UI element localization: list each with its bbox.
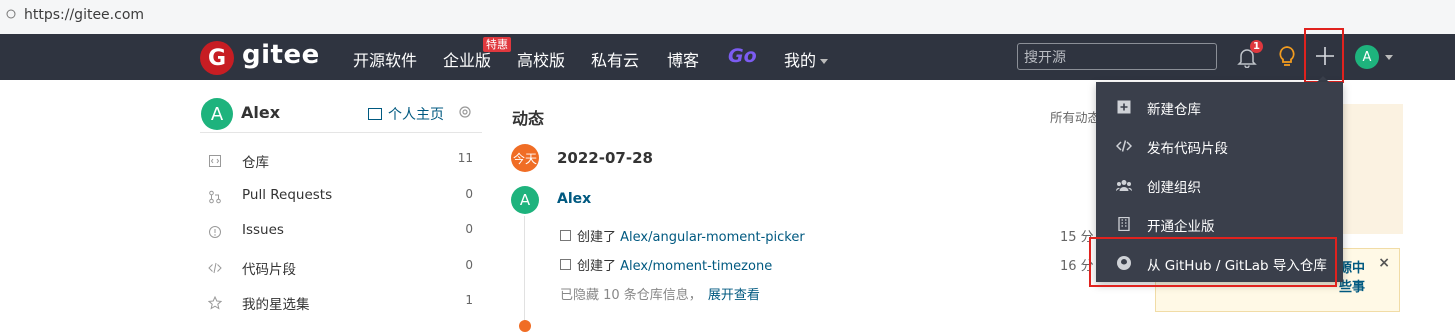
users-icon [1116, 180, 1132, 191]
sidebar-item-count: 0 [465, 258, 473, 272]
nav-mine[interactable]: 我的 [784, 47, 829, 71]
sidebar-item-count: 1 [465, 293, 473, 307]
personal-homepage-label: 个人主页 [388, 107, 444, 123]
lightbulb-icon[interactable] [1278, 45, 1296, 69]
nav-mine-label: 我的 [784, 51, 817, 70]
next-date-dot [519, 320, 531, 332]
search-input[interactable] [1017, 43, 1217, 70]
menu-item-label: 发布代码片段 [1147, 141, 1228, 157]
nav-private-cloud[interactable]: 私有云 [591, 47, 639, 71]
sidebar-item-pull-requests[interactable]: Pull Requests 0 [200, 187, 482, 217]
sidebar-item-count: 11 [457, 151, 473, 165]
user-avatar-menu[interactable]: A [1355, 45, 1379, 69]
import-item-highlight [1089, 237, 1337, 287]
sidebar-item-label: 我的星选集 [242, 297, 310, 313]
sidebar-avatar[interactable]: A [201, 98, 233, 130]
activity-repo-link[interactable]: Alex/moment-timezone [620, 259, 772, 274]
activity-row: 创建了 Alex/angular-moment-picker [560, 226, 805, 245]
sidebar-item-label: Pull Requests [242, 187, 333, 203]
hidden-note-text: 已隐藏 10 条仓库信息， [560, 288, 702, 303]
feed-date: 2022-07-28 [557, 149, 653, 167]
feed-title: 动态 [512, 109, 545, 128]
pull-request-icon [209, 190, 221, 204]
sidebar-item-repos[interactable]: 仓库 11 [200, 151, 482, 181]
plus-square-icon [1117, 100, 1131, 114]
sidebar-item-label: 代码片段 [242, 262, 296, 278]
today-badge: 今天 [511, 144, 539, 172]
nav-blog[interactable]: 博客 [667, 47, 699, 71]
activity-action: 创建了 [577, 259, 617, 274]
sidebar-item-issues[interactable]: Issues 0 [200, 222, 482, 252]
sidebar-item-label: 仓库 [242, 155, 269, 171]
enterprise-promo-badge: 特惠 [483, 37, 511, 52]
gitee-logo-icon[interactable]: G [200, 41, 234, 75]
sidebar-username[interactable]: Alex [241, 103, 280, 122]
timeline-line [524, 216, 525, 326]
code-icon [1116, 140, 1132, 152]
avatar-chevron-down-icon[interactable] [1385, 55, 1393, 60]
url-text[interactable]: https://gitee.com [24, 7, 144, 23]
menu-item-label: 开通企业版 [1147, 219, 1215, 235]
menu-item-label: 创建组织 [1147, 180, 1201, 196]
building-icon [1118, 217, 1130, 231]
hidden-activities-note: 已隐藏 10 条仓库信息， 展开查看 [560, 284, 760, 303]
feed-user-avatar[interactable]: A [511, 186, 539, 214]
chevron-down-icon [820, 59, 829, 64]
menu-item-new-repo[interactable]: 新建仓库 [1096, 88, 1343, 126]
activity-row: 创建了 Alex/moment-timezone [560, 255, 772, 274]
profile-card-icon [368, 108, 382, 120]
notification-count-badge: 1 [1250, 40, 1263, 53]
all-feeds-filter[interactable]: 所有动态 [1050, 107, 1100, 126]
top-navbar: G gitee 开源软件 企业版 特惠 高校版 私有云 博客 Go 我的 1 A [0, 34, 1455, 80]
sidebar-divider [200, 132, 482, 133]
feed-user-name[interactable]: Alex [557, 191, 591, 207]
nav-go[interactable]: Go [728, 45, 757, 67]
repo-icon [209, 155, 221, 167]
gitee-logo-text[interactable]: gitee [242, 40, 320, 70]
issue-icon [209, 226, 221, 238]
menu-item-publish-snippet[interactable]: 发布代码片段 [1096, 127, 1343, 165]
personal-homepage-link[interactable]: 个人主页 [368, 104, 444, 124]
notice-close-icon[interactable]: × [1378, 255, 1390, 271]
gear-icon[interactable] [458, 105, 472, 119]
menu-item-label: 新建仓库 [1147, 102, 1201, 118]
code-icon [208, 262, 222, 274]
sidebar-item-count: 0 [465, 187, 473, 201]
page-info-icon[interactable] [6, 9, 16, 19]
menu-item-create-org[interactable]: 创建组织 [1096, 166, 1343, 204]
address-bar[interactable]: https://gitee.com [0, 0, 1455, 35]
nav-university[interactable]: 高校版 [517, 47, 565, 71]
sidebar-item-label: Issues [242, 222, 284, 238]
repo-icon [560, 259, 571, 270]
star-icon [208, 296, 222, 310]
nav-open-source[interactable]: 开源软件 [353, 47, 417, 71]
activity-action: 创建了 [577, 230, 617, 245]
sidebar-item-count: 0 [465, 222, 473, 236]
plus-button-highlight [1304, 28, 1344, 83]
promo-illustration [1342, 104, 1403, 234]
expand-link[interactable]: 展开查看 [708, 288, 760, 303]
repo-icon [560, 230, 571, 241]
sidebar-item-starred[interactable]: 我的星选集 1 [200, 293, 482, 323]
activity-repo-link[interactable]: Alex/angular-moment-picker [620, 230, 805, 245]
sidebar-item-snippets[interactable]: 代码片段 0 [200, 258, 482, 288]
